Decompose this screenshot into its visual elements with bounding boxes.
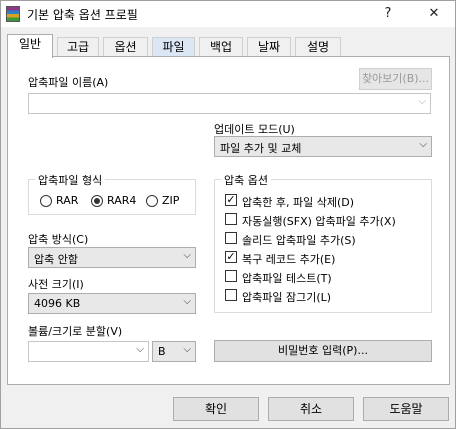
tab-general[interactable]: 일반	[7, 34, 53, 58]
test-archive-checkbox[interactable]	[225, 270, 237, 282]
dictionary-size-select[interactable]: 4096 KB ⌵	[28, 293, 196, 314]
compression-method-label: 압축 방식(C)	[28, 233, 89, 246]
help-button[interactable]: 도움말	[363, 397, 449, 421]
dictionary-size-label: 사전 크기(I)	[28, 278, 84, 291]
format-rar4-radio[interactable]	[91, 195, 103, 207]
chevron-down-icon: ⌵	[418, 96, 426, 107]
archive-format-title: 압축파일 형식	[35, 172, 106, 188]
tab-backup[interactable]: 백업	[199, 37, 243, 57]
winrar-app-icon	[6, 6, 20, 22]
format-zip-radio[interactable]	[146, 195, 158, 207]
chevron-down-icon: ⌵	[183, 250, 191, 261]
tab-comment[interactable]: 설명	[295, 37, 341, 57]
delete-after-label: 압축한 후, 파일 삭제(D)	[242, 196, 354, 209]
chevron-down-icon: ⌵	[136, 344, 144, 355]
browse-button[interactable]: 찾아보기(B)...	[359, 68, 432, 90]
split-label: 볼륨/크기로 분할(V)	[28, 325, 123, 338]
test-archive-label: 압축파일 테스트(T)	[242, 272, 332, 285]
tab-options[interactable]: 옵션	[103, 37, 148, 57]
window-title: 기본 압축 옵션 프로필	[27, 8, 138, 22]
delete-after-checkbox[interactable]: ✓	[225, 194, 237, 206]
archive-name-label: 압축파일 이름(A)	[28, 76, 109, 89]
ok-button[interactable]: 확인	[173, 397, 259, 421]
format-zip-label: ZIP	[162, 194, 180, 207]
solid-label: 솔리드 압축파일 추가(S)	[242, 234, 356, 247]
tab-files[interactable]: 파일	[152, 37, 195, 57]
title-bar: 기본 압축 옵션 프로필 ? ✕	[1, 1, 455, 27]
recovery-record-label: 복구 레코드 추가(E)	[242, 253, 336, 266]
split-size-combo[interactable]: ⌵	[28, 341, 149, 362]
split-unit-value: B	[158, 345, 166, 358]
cancel-button[interactable]: 취소	[268, 397, 354, 421]
archive-options-title: 압축 옵션	[221, 172, 271, 188]
lock-archive-label: 압축파일 잠그기(L)	[242, 291, 332, 304]
update-mode-label: 업데이트 모드(U)	[214, 123, 295, 136]
chevron-down-icon: ⌵	[183, 344, 191, 355]
help-title-button[interactable]: ?	[373, 3, 403, 25]
format-rar-radio[interactable]	[40, 195, 52, 207]
chevron-down-icon: ⌵	[419, 139, 427, 150]
compression-method-select[interactable]: 압축 안함 ⌵	[28, 247, 196, 268]
solid-checkbox[interactable]	[225, 232, 237, 244]
close-icon[interactable]: ✕	[419, 3, 449, 25]
set-password-button[interactable]: 비밀번호 입력(P)...	[214, 340, 432, 362]
archive-options-group: 압축 옵션 ✓ 압축한 후, 파일 삭제(D) 자동실행(SFX) 압축파일 추…	[214, 172, 432, 313]
general-tab-panel: 압축파일 이름(A) 찾아보기(B)... ⌵ 업데이트 모드(U) 파일 추가…	[7, 56, 450, 385]
lock-archive-checkbox[interactable]	[225, 289, 237, 301]
compression-method-value: 압축 안함	[34, 253, 78, 266]
chevron-down-icon: ⌵	[183, 296, 191, 307]
update-mode-select[interactable]: 파일 추가 및 교체 ⌵	[214, 136, 432, 157]
archive-format-group: 압축파일 형식 RAR RAR4 ZIP	[28, 172, 196, 215]
archive-name-combo[interactable]: ⌵	[28, 93, 431, 114]
split-unit-select[interactable]: B ⌵	[152, 341, 196, 362]
format-rar-label: RAR	[56, 194, 79, 207]
sfx-checkbox[interactable]	[225, 213, 237, 225]
sfx-label: 자동실행(SFX) 압축파일 추가(X)	[242, 215, 396, 228]
tab-time[interactable]: 날짜	[247, 37, 291, 57]
format-rar4-label: RAR4	[107, 194, 137, 207]
recovery-record-checkbox[interactable]: ✓	[225, 251, 237, 263]
tab-advanced[interactable]: 고급	[57, 37, 99, 57]
dialog-window: 기본 압축 옵션 프로필 ? ✕ 일반 고급 옵션 파일 백업 날짜 설명 압축…	[0, 0, 456, 429]
update-mode-value: 파일 추가 및 교체	[220, 142, 302, 155]
dictionary-size-value: 4096 KB	[34, 297, 81, 310]
